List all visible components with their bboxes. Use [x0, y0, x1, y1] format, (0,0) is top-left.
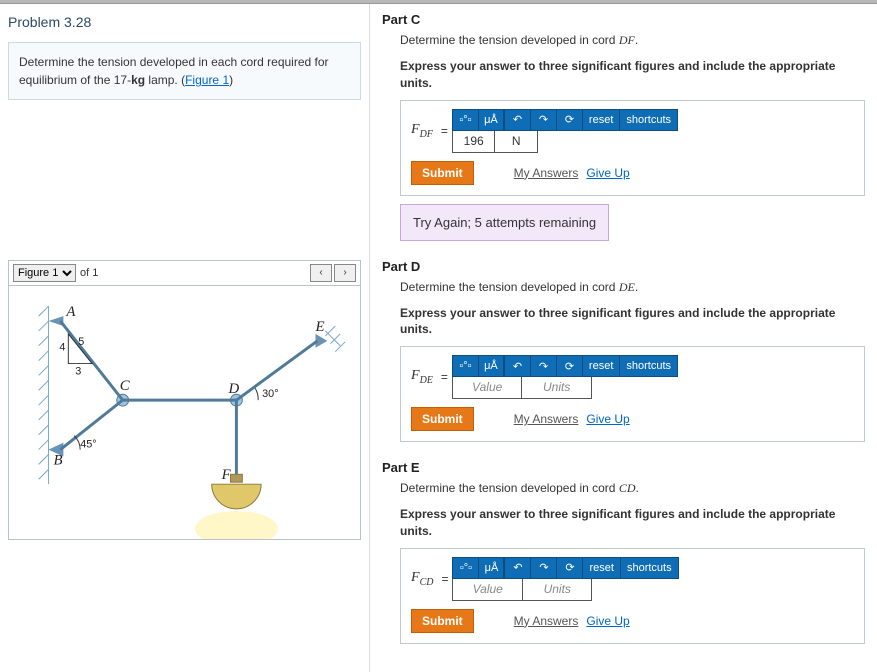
shortcuts-button[interactable]: shortcuts — [619, 355, 678, 377]
reset-button[interactable]: reset — [582, 109, 619, 131]
part-c-give-up-link[interactable]: Give Up — [586, 166, 629, 180]
part-c-feedback: Try Again; 5 attempts remaining — [400, 204, 609, 241]
undo-icon[interactable]: ↶ — [504, 557, 530, 579]
part-d-value-input[interactable]: Value Units — [452, 377, 592, 399]
part-e-input-area: ▫°▫ μÅ ↶ ↷ ⟳ reset shortcuts — [452, 557, 678, 601]
symbol-icon[interactable]: μÅ — [478, 109, 504, 131]
part-d-answer-box: FDE = ▫°▫ μÅ ↶ ↷ — [400, 346, 865, 442]
part-c-units[interactable]: N — [495, 131, 537, 152]
part-e-give-up-link[interactable]: Give Up — [586, 614, 629, 628]
problem-text-2: lamp. ( — [145, 73, 185, 87]
symbol-icon[interactable]: μÅ — [478, 557, 504, 579]
part-e-value-input[interactable]: Value Units — [452, 579, 592, 601]
part-d-title: Part D — [382, 259, 865, 274]
part-d-submit-button[interactable]: Submit — [411, 407, 474, 431]
part-c: Part C Determine the tension developed i… — [382, 12, 865, 241]
part-c-input-area: ▫°▫ μÅ ↶ ↷ ⟳ reset shortcuts — [452, 109, 678, 153]
label-F: F — [221, 467, 232, 483]
problem-text-3: ) — [229, 73, 233, 87]
problem-statement-box: Determine the tension developed in each … — [8, 42, 361, 100]
part-d-var-label: FDE — [411, 368, 433, 386]
reset-refresh-icon[interactable]: ⟳ — [556, 355, 582, 377]
part-c-details: Express your answer to three significant… — [400, 58, 865, 92]
part-d-toolbar: ▫°▫ μÅ ↶ ↷ ⟳ reset shortcuts — [452, 355, 678, 377]
part-e-units[interactable]: Units — [523, 579, 592, 600]
part-c-title: Part C — [382, 12, 865, 27]
part-e-title: Part E — [382, 460, 865, 475]
part-e-submit-button[interactable]: Submit — [411, 609, 474, 633]
figure-body: A B C D E F 4 5 3 45° 30° — [8, 285, 361, 540]
main-container: Problem 3.28 Determine the tension devel… — [0, 4, 877, 672]
part-e-prompt: Determine the tension developed in cord … — [400, 481, 865, 496]
part-e-my-answers-link[interactable]: My Answers — [514, 614, 579, 628]
redo-icon[interactable]: ↷ — [530, 355, 556, 377]
part-d-value[interactable]: Value — [453, 377, 523, 398]
reset-refresh-icon[interactable]: ⟳ — [556, 109, 582, 131]
part-d-details: Express your answer to three significant… — [400, 305, 865, 339]
figure-svg: A B C D E F 4 5 3 45° 30° — [9, 286, 360, 539]
figure-of-text: of 1 — [80, 267, 98, 279]
part-c-var-label: FDF — [411, 122, 433, 140]
right-column: Part C Determine the tension developed i… — [370, 4, 877, 672]
part-d-give-up-link[interactable]: Give Up — [586, 412, 629, 426]
format-icon[interactable]: ▫°▫ — [452, 109, 478, 131]
label-A: A — [65, 304, 76, 320]
part-d-prompt: Determine the tension developed in cord … — [400, 280, 865, 295]
part-c-prompt: Determine the tension developed in cord … — [400, 33, 865, 48]
part-c-my-answers-link[interactable]: My Answers — [514, 166, 579, 180]
part-c-toolbar: ▫°▫ μÅ ↶ ↷ ⟳ reset shortcuts — [452, 109, 678, 131]
redo-icon[interactable]: ↷ — [530, 109, 556, 131]
part-c-value[interactable]: 196 — [453, 131, 496, 152]
part-d-my-answers-link[interactable]: My Answers — [514, 412, 579, 426]
symbol-icon[interactable]: μÅ — [478, 355, 504, 377]
reset-refresh-icon[interactable]: ⟳ — [556, 557, 582, 579]
figure-header: Figure 1 of 1 ‹ › — [8, 260, 361, 285]
svg-text:4: 4 — [59, 342, 65, 354]
part-c-answer-box: FDF = ▫°▫ μÅ ↶ ↷ — [400, 100, 865, 196]
shortcuts-button[interactable]: shortcuts — [619, 109, 678, 131]
label-D: D — [227, 381, 239, 397]
format-icon[interactable]: ▫°▫ — [452, 557, 478, 579]
format-icon[interactable]: ▫°▫ — [452, 355, 478, 377]
figure-nav: ‹ › — [310, 264, 356, 282]
part-c-submit-button[interactable]: Submit — [411, 161, 474, 185]
undo-icon[interactable]: ↶ — [504, 355, 530, 377]
undo-icon[interactable]: ↶ — [504, 109, 530, 131]
label-E: E — [315, 319, 325, 335]
label-B: B — [53, 452, 62, 468]
svg-text:45°: 45° — [80, 439, 96, 451]
part-e: Part E Determine the tension developed i… — [382, 460, 865, 644]
redo-icon[interactable]: ↷ — [530, 557, 556, 579]
figure-link[interactable]: Figure 1 — [185, 73, 229, 87]
part-e-value[interactable]: Value — [453, 579, 523, 600]
part-e-toolbar: ▫°▫ μÅ ↶ ↷ ⟳ reset shortcuts — [452, 557, 678, 579]
reset-button[interactable]: reset — [582, 557, 619, 579]
part-c-value-input[interactable]: 196 N — [452, 131, 538, 153]
shortcuts-button[interactable]: shortcuts — [620, 557, 679, 579]
part-e-details: Express your answer to three significant… — [400, 506, 865, 540]
problem-bold-kg: kg — [131, 73, 145, 87]
left-column: Problem 3.28 Determine the tension devel… — [0, 4, 370, 672]
svg-text:5: 5 — [78, 336, 84, 348]
part-e-var-label: FCD — [411, 570, 433, 588]
reset-button[interactable]: reset — [582, 355, 619, 377]
svg-text:3: 3 — [75, 365, 81, 377]
figure-next-button[interactable]: › — [334, 264, 356, 282]
problem-title: Problem 3.28 — [8, 14, 361, 30]
label-C: C — [120, 378, 131, 394]
figure-select[interactable]: Figure 1 — [13, 264, 76, 282]
part-d-units[interactable]: Units — [522, 377, 591, 398]
part-d: Part D Determine the tension developed i… — [382, 259, 865, 443]
part-e-answer-box: FCD = ▫°▫ μÅ ↶ ↷ — [400, 548, 865, 644]
part-d-input-area: ▫°▫ μÅ ↶ ↷ ⟳ reset shortcuts — [452, 355, 678, 399]
svg-text:30°: 30° — [262, 388, 278, 400]
figure-prev-button[interactable]: ‹ — [310, 264, 332, 282]
